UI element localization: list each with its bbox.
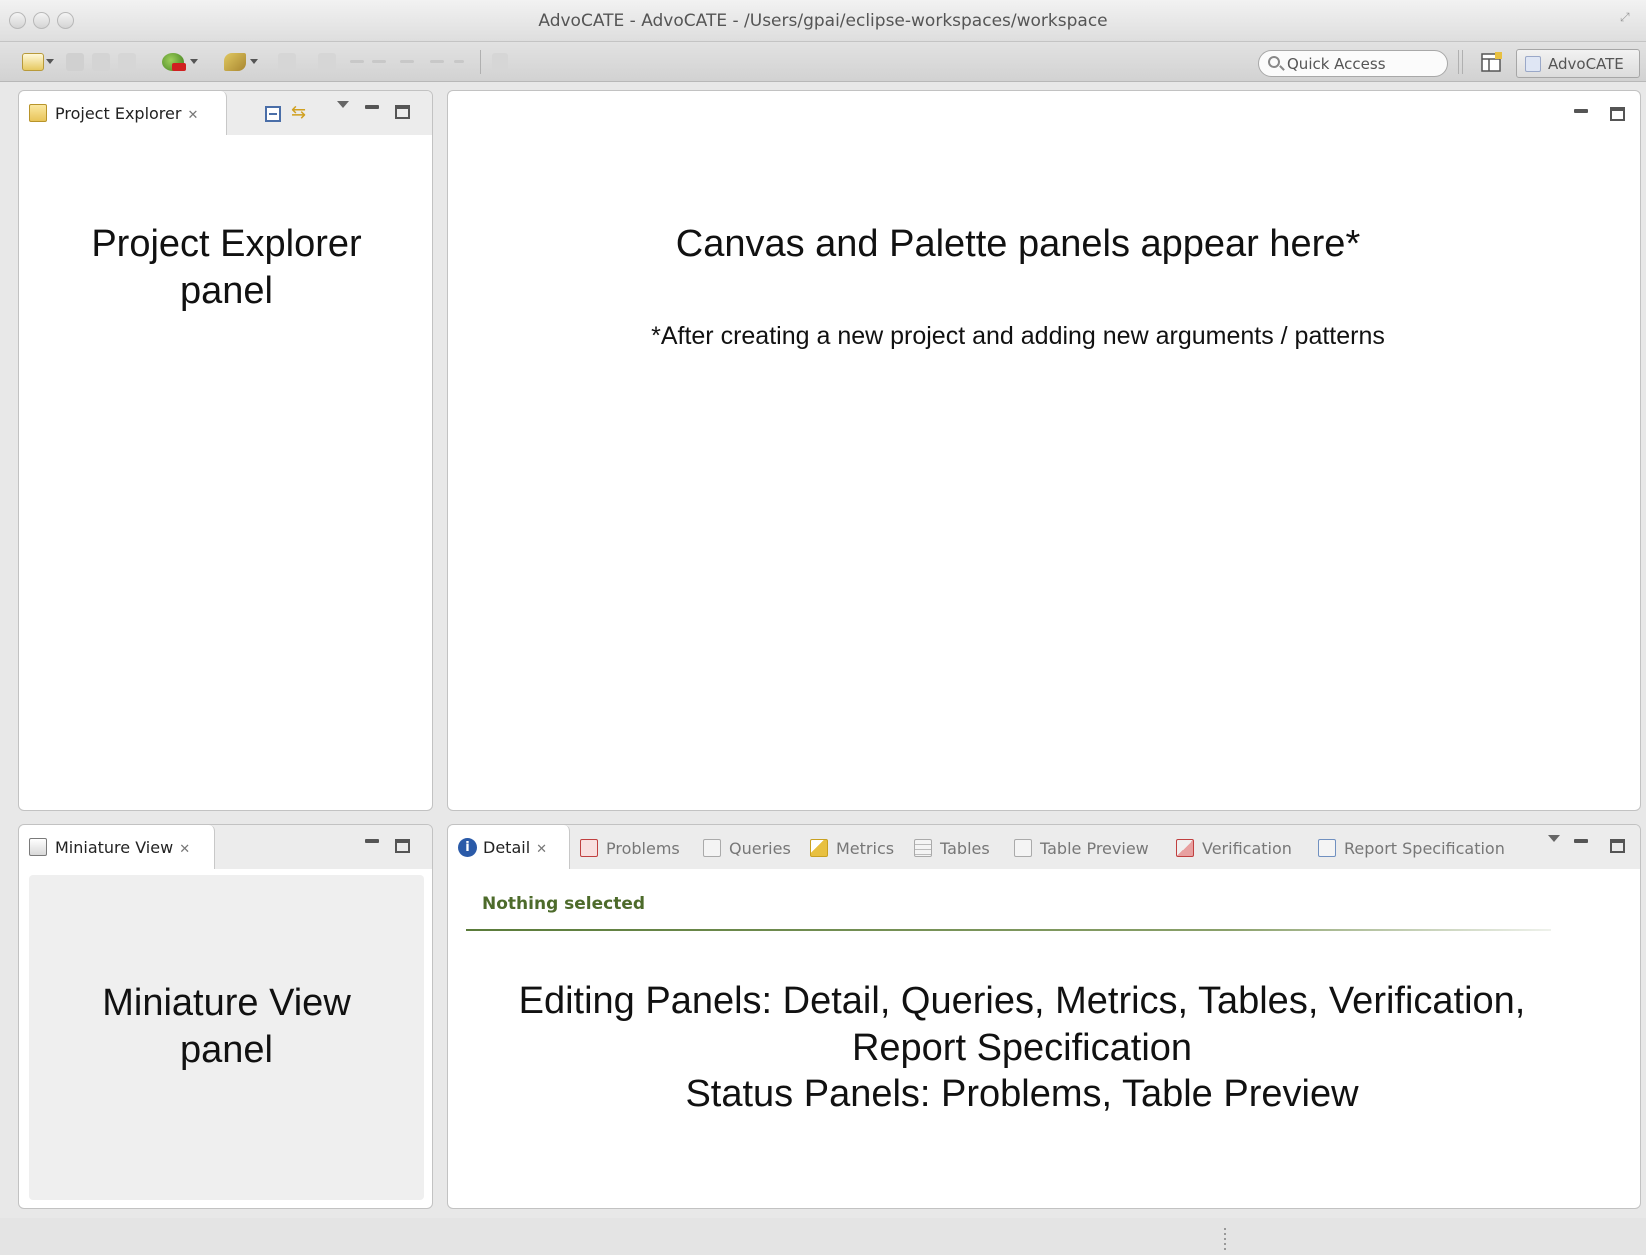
prev-annotation-icon[interactable]	[350, 60, 364, 63]
close-tab-icon[interactable]: ✕	[179, 842, 190, 857]
project-explorer-tabstrip: Project Explorer ✕ ⇆	[19, 91, 432, 135]
close-tab-icon[interactable]: ✕	[536, 842, 547, 857]
status-bar	[0, 1218, 1646, 1255]
close-tab-icon[interactable]: ✕	[187, 108, 198, 123]
tab-label: Miniature View	[55, 838, 174, 857]
detail-header-rule	[466, 929, 1551, 931]
queries-icon	[703, 839, 721, 857]
forward-icon[interactable]	[430, 60, 444, 63]
tab-label: Tables	[940, 839, 990, 858]
advocate-perspective-icon	[1525, 56, 1541, 72]
verification-icon	[1176, 839, 1194, 857]
tab-table-preview[interactable]: Table Preview	[1014, 839, 1149, 858]
maximize-icon[interactable]	[395, 839, 410, 853]
annotation-line: Report Specification	[851, 1026, 1193, 1069]
folder-icon	[29, 104, 47, 122]
fullscreen-icon[interactable]: ⤢	[1620, 10, 1634, 24]
miniature-view-panel: Miniature View ✕ Miniature View panel	[18, 824, 433, 1209]
view-menu-icon[interactable]	[1548, 835, 1560, 842]
minimize-icon[interactable]	[1574, 109, 1588, 113]
window-titlebar: AdvoCATE - AdvoCATE - /Users/gpai/eclips…	[0, 0, 1646, 42]
project-explorer-annotation: Project Explorer panel	[19, 221, 432, 314]
tab-label: Queries	[729, 839, 791, 858]
navigate-icon[interactable]	[278, 53, 296, 71]
collapse-all-icon[interactable]	[265, 106, 281, 122]
bottom-views-tabstrip: i Detail ✕ Problems Queries Metrics Table…	[448, 825, 1640, 869]
tab-metrics[interactable]: Metrics	[810, 839, 894, 858]
minimize-icon[interactable]	[365, 105, 379, 109]
tab-problems[interactable]: Problems	[580, 839, 680, 858]
pin-editor-icon[interactable]	[492, 53, 508, 71]
canvas-annotation-note: *After creating a new project and adding…	[651, 322, 1385, 350]
maximize-icon[interactable]	[1610, 107, 1625, 121]
detail-header: Nothing selected	[482, 894, 646, 914]
window-title: AdvoCATE - AdvoCATE - /Users/gpai/eclips…	[538, 11, 1108, 31]
miniature-view-tabstrip: Miniature View ✕	[19, 825, 432, 869]
annotation-line: Miniature View	[102, 982, 351, 1024]
toolbar-separator	[1458, 50, 1459, 74]
tab-label: Verification	[1202, 839, 1292, 858]
annotation-line: Status Panels: Problems, Table Preview	[685, 1073, 1359, 1116]
next-annotation-icon[interactable]	[318, 53, 336, 71]
new-file-icon[interactable]	[22, 53, 44, 71]
toolbar-separator	[480, 50, 481, 74]
tab-project-explorer[interactable]: Project Explorer ✕	[19, 91, 227, 135]
tab-label: Problems	[606, 839, 680, 858]
annotation-line: panel	[180, 1028, 273, 1071]
minimize-icon[interactable]	[365, 839, 379, 843]
report-specification-icon	[1318, 839, 1336, 857]
tab-miniature-view[interactable]: Miniature View ✕	[19, 825, 215, 869]
tab-verification[interactable]: Verification	[1176, 839, 1292, 858]
editor-area: Canvas and Palette panels appear here* *…	[447, 90, 1641, 811]
new-dropdown-icon[interactable]	[46, 59, 54, 64]
print-icon[interactable]	[118, 53, 136, 71]
back-icon[interactable]	[372, 60, 386, 63]
search-icon	[1268, 56, 1280, 68]
search-dropdown-icon[interactable]	[190, 59, 198, 64]
annotation-line: Project Explorer	[91, 223, 362, 265]
advocate-perspective-button[interactable]: AdvoCATE	[1516, 49, 1640, 78]
bottom-views-panel: i Detail ✕ Problems Queries Metrics Table…	[447, 824, 1641, 1209]
metrics-icon	[810, 839, 828, 857]
maximize-icon[interactable]	[1610, 839, 1625, 853]
tab-report-specification[interactable]: Report Specification	[1318, 839, 1505, 858]
bottom-views-annotation: Editing Panels: Detail, Queries, Metrics…	[448, 978, 1596, 1118]
status-bar-grip[interactable]	[1224, 1228, 1226, 1250]
tables-icon	[914, 839, 932, 857]
tab-label: Metrics	[836, 839, 895, 858]
open-perspective-button[interactable]	[1480, 51, 1504, 75]
tab-label: Detail	[483, 838, 531, 857]
canvas-annotation-title: Canvas and Palette panels appear here*	[675, 223, 1361, 265]
save-icon[interactable]	[66, 53, 84, 71]
info-icon: i	[458, 838, 477, 857]
back-history-icon[interactable]	[400, 60, 414, 63]
search-badge-icon	[172, 63, 186, 71]
perspective-label: AdvoCATE	[1548, 55, 1624, 73]
tab-label: Project Explorer	[55, 104, 182, 123]
project-explorer-panel: Project Explorer ✕ ⇆ Project Explorer pan…	[18, 90, 433, 811]
quick-access-field[interactable]: Quick Access	[1258, 50, 1448, 77]
problems-icon	[580, 839, 598, 857]
minimize-icon[interactable]	[1574, 839, 1588, 843]
link-with-editor-icon[interactable]: ⇆	[291, 102, 306, 123]
quick-access-placeholder: Quick Access	[1287, 55, 1386, 73]
miniature-view-annotation: Miniature View panel	[19, 980, 432, 1073]
toolbar-separator	[1462, 50, 1463, 74]
save-all-icon[interactable]	[92, 53, 110, 71]
table-preview-icon	[1014, 839, 1032, 857]
forward-history-icon[interactable]	[454, 60, 464, 63]
tab-label: Table Preview	[1040, 839, 1149, 858]
annotation-icon[interactable]	[224, 53, 246, 71]
tab-detail[interactable]: i Detail ✕	[448, 825, 570, 869]
tab-queries[interactable]: Queries	[703, 839, 791, 858]
tab-tables[interactable]: Tables	[914, 839, 990, 858]
view-menu-icon[interactable]	[337, 101, 349, 108]
annotation-line: Editing Panels: Detail, Queries, Metrics…	[518, 980, 1526, 1022]
annotation-line: panel	[180, 269, 273, 312]
annotation-dropdown-icon[interactable]	[250, 59, 258, 64]
miniature-view-icon	[29, 838, 47, 856]
tab-label: Report Specification	[1344, 839, 1505, 858]
maximize-icon[interactable]	[395, 105, 410, 119]
open-perspective-icon	[1481, 52, 1502, 72]
